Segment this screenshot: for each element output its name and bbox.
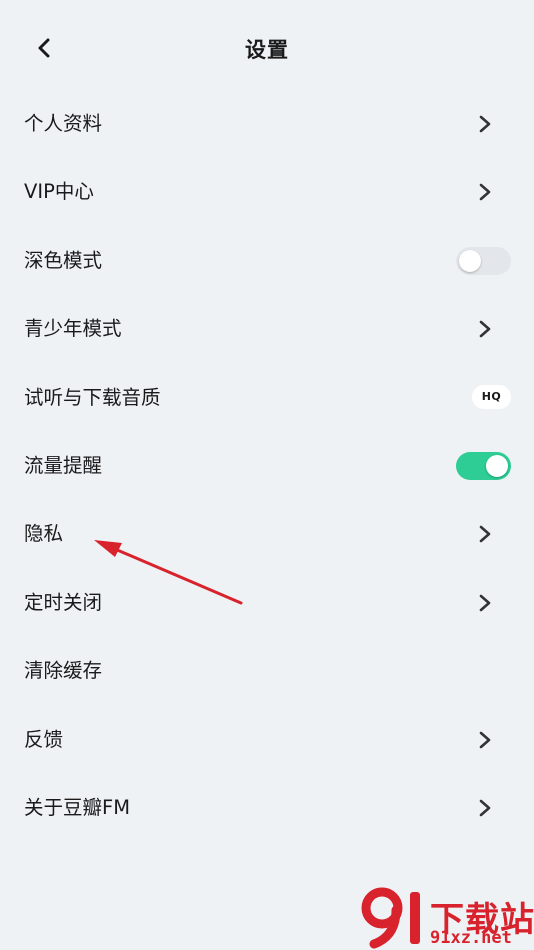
settings-row-label: VIP中心 xyxy=(24,180,94,204)
settings-row-clear-cache[interactable]: 清除缓存 xyxy=(0,637,534,705)
settings-row-label: 清除缓存 xyxy=(24,659,103,683)
settings-row-vip[interactable]: VIP中心 xyxy=(0,158,534,226)
settings-row-sleep-timer[interactable]: 定时关闭 xyxy=(0,569,534,637)
dark-mode-toggle[interactable] xyxy=(456,246,511,275)
header: 设置 xyxy=(0,0,534,96)
watermark: 下载站 91xz.net xyxy=(360,884,534,950)
quality-badge: HQ xyxy=(472,384,511,409)
toggle-knob xyxy=(459,249,481,272)
toggle-knob xyxy=(486,455,508,477)
chevron-right-icon xyxy=(479,594,491,612)
watermark-logo xyxy=(361,887,420,949)
watermark-text-bottom: 91xz.net xyxy=(430,928,512,948)
settings-row-label: 反馈 xyxy=(24,727,64,751)
chevron-right-icon xyxy=(479,526,491,543)
settings-row-label: 流量提醒 xyxy=(24,454,103,477)
settings-row-label: 深色模式 xyxy=(24,248,103,272)
settings-row-label: 隐私 xyxy=(24,522,64,546)
settings-row-dark-mode[interactable]: 深色模式 xyxy=(0,227,534,295)
settings-row-data-alert[interactable]: 流量提醒 xyxy=(0,432,534,500)
settings-row-profile[interactable]: 个人资料 xyxy=(0,90,534,158)
chevron-right-icon xyxy=(479,115,491,133)
settings-row-about[interactable]: 关于豆瓣FM xyxy=(0,774,534,842)
settings-row-label: 试听与下载音质 xyxy=(24,385,161,409)
chevron-right-icon xyxy=(479,731,491,748)
settings-row-label: 青少年模式 xyxy=(24,317,122,341)
page-title: 设置 xyxy=(245,38,289,62)
data-alert-toggle[interactable] xyxy=(456,452,511,480)
chevron-right-icon xyxy=(479,184,491,201)
chevron-right-icon xyxy=(479,799,491,817)
settings-row-feedback[interactable]: 反馈 xyxy=(0,706,534,774)
settings-row-label: 个人资料 xyxy=(24,112,103,135)
chevron-right-icon xyxy=(479,320,491,338)
settings-row-label: 关于豆瓣FM xyxy=(24,796,131,819)
settings-row-privacy[interactable]: 隐私 xyxy=(0,500,534,568)
settings-row-audio-quality[interactable]: 试听与下载音质 HQ xyxy=(0,364,534,432)
settings-row-youth-mode[interactable]: 青少年模式 xyxy=(0,295,534,363)
settings-row-label: 定时关闭 xyxy=(24,590,103,614)
